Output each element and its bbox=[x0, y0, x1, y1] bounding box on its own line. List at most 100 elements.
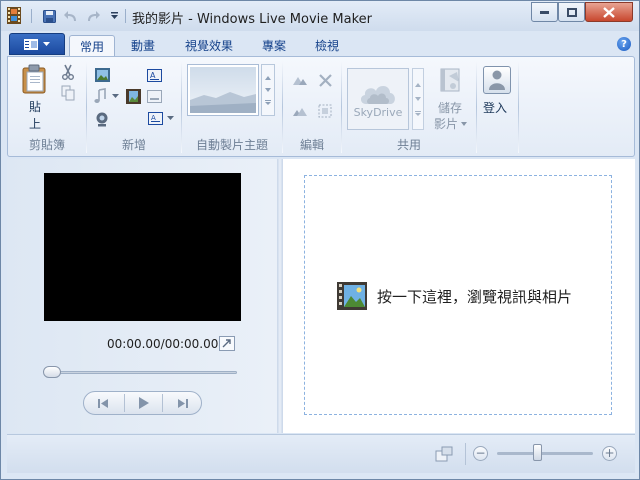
tab-animations[interactable]: 動畫 bbox=[121, 35, 165, 56]
chevron-up-icon bbox=[415, 82, 421, 87]
copy-icon bbox=[61, 85, 75, 101]
add-group-label: 新增 bbox=[121, 138, 146, 152]
media-drop-zone[interactable]: 按一下這裡，瀏覽視訊與相片 bbox=[304, 175, 612, 415]
theme-gallery-scroll[interactable] bbox=[261, 64, 275, 116]
ribbon: 貼 上 剪貼簿 A A 新增 自動製片主題 編輯 SkyDrive 儲存 影片 … bbox=[7, 56, 635, 157]
minimize-icon bbox=[540, 11, 549, 14]
close-button[interactable] bbox=[585, 2, 633, 22]
skydrive-label: SkyDrive bbox=[353, 105, 403, 119]
seek-bar[interactable] bbox=[45, 371, 237, 374]
title-bar: 我的影片 - Windows Live Movie Maker bbox=[1, 1, 639, 31]
maximize-icon bbox=[566, 7, 577, 17]
webcam-video-button[interactable] bbox=[93, 110, 111, 128]
save-movie-label[interactable]: 儲存 bbox=[438, 99, 462, 116]
tab-project[interactable]: 專案 bbox=[252, 35, 296, 56]
plus-icon: + bbox=[604, 446, 615, 460]
paste-label[interactable]: 上 bbox=[29, 115, 41, 132]
chevron-up-icon bbox=[265, 75, 271, 80]
workspace: 00:00.00/00:00.00 按一下這裡，瀏覽視訊與相片 bbox=[7, 159, 635, 433]
paste-label[interactable]: 貼 bbox=[29, 98, 41, 115]
skydrive-share-button[interactable]: SkyDrive bbox=[347, 68, 409, 130]
tab-view[interactable]: 檢視 bbox=[305, 35, 349, 56]
clipboard-group: 貼 上 剪貼簿 bbox=[8, 57, 86, 156]
seek-thumb[interactable] bbox=[43, 366, 61, 378]
close-icon bbox=[603, 6, 615, 18]
application-menu-button[interactable] bbox=[9, 33, 65, 55]
browse-media-text: 按一下這裡，瀏覽視訊與相片 bbox=[377, 287, 573, 306]
cut-button[interactable] bbox=[59, 63, 77, 81]
credits-button[interactable]: A bbox=[145, 109, 177, 127]
zoom-slider-thumb[interactable] bbox=[533, 444, 542, 461]
select-all-button[interactable] bbox=[316, 102, 334, 120]
zoom-in-button[interactable]: + bbox=[602, 446, 617, 461]
qat-separator bbox=[31, 9, 32, 23]
add-videos-photos-button[interactable] bbox=[93, 66, 111, 84]
sign-in-button[interactable] bbox=[483, 66, 511, 94]
add-music-button[interactable] bbox=[91, 87, 121, 105]
tab-home[interactable]: 常用 bbox=[69, 35, 115, 56]
undo-icon bbox=[64, 10, 76, 21]
save-movie-label: 影片 bbox=[434, 117, 459, 131]
app-window: 我的影片 - Windows Live Movie Maker 常用 動畫 視覺… bbox=[0, 0, 640, 480]
svg-text:A: A bbox=[150, 71, 156, 80]
title-icon: A bbox=[146, 68, 162, 82]
chevron-down-icon bbox=[415, 96, 421, 101]
play-icon bbox=[139, 397, 149, 409]
zoom-slider-track[interactable] bbox=[497, 452, 593, 455]
storyboard-pane: 按一下這裡，瀏覽視訊與相片 bbox=[283, 159, 635, 433]
gallery-expand-icon bbox=[415, 110, 421, 116]
movie-maker-app-icon[interactable] bbox=[7, 7, 21, 24]
browse-media-link[interactable]: 按一下這裡，瀏覽視訊與相片 bbox=[337, 282, 572, 310]
ribbon-tab-bar: 常用 動畫 視覺效果 專案 檢視 ? bbox=[7, 32, 635, 56]
play-button[interactable] bbox=[125, 392, 162, 414]
remove-button[interactable] bbox=[316, 71, 334, 89]
save-button[interactable] bbox=[40, 7, 58, 25]
help-button[interactable]: ? bbox=[617, 37, 631, 51]
caption-button[interactable] bbox=[145, 87, 163, 105]
svg-text:A: A bbox=[151, 114, 156, 122]
save-movie-icon bbox=[440, 68, 460, 92]
video-preview[interactable] bbox=[44, 173, 241, 321]
save-movie-dropdown[interactable]: 影片 bbox=[434, 115, 468, 132]
timecode-display: 00:00.00/00:00.00 bbox=[107, 337, 219, 351]
sign-in-group: 登入 bbox=[477, 57, 515, 156]
title-button[interactable]: A bbox=[145, 66, 163, 84]
chevron-down-icon bbox=[461, 121, 468, 126]
chevron-down-icon bbox=[111, 93, 119, 98]
rotate-left-button[interactable] bbox=[291, 71, 309, 89]
add-videos-photos-icon bbox=[94, 68, 110, 82]
chevron-down-icon bbox=[43, 41, 50, 46]
customize-qat-button[interactable] bbox=[105, 7, 123, 25]
rotate-right-button[interactable] bbox=[291, 102, 309, 120]
editing-group: 編輯 bbox=[283, 57, 341, 156]
undo-button[interactable] bbox=[62, 7, 80, 25]
automovie-theme-thumbnail[interactable] bbox=[187, 64, 259, 116]
fullscreen-preview-button[interactable] bbox=[219, 336, 235, 351]
caption-icon bbox=[146, 89, 162, 103]
previous-frame-button[interactable] bbox=[88, 392, 122, 414]
share-group: SkyDrive 儲存 影片 共用 bbox=[342, 57, 476, 156]
landscape-thumbnail-icon bbox=[190, 67, 256, 113]
share-gallery-scroll[interactable] bbox=[412, 68, 424, 130]
editing-group-label: 編輯 bbox=[299, 138, 324, 152]
previous-frame-icon bbox=[98, 398, 108, 408]
chevron-down-icon bbox=[110, 12, 118, 19]
thumbnail-size-button[interactable] bbox=[434, 445, 454, 463]
copy-button[interactable] bbox=[59, 84, 77, 102]
redo-button[interactable] bbox=[84, 7, 102, 25]
minimize-button[interactable] bbox=[531, 2, 558, 22]
tab-visual-effects[interactable]: 視覺效果 bbox=[175, 35, 243, 56]
group-separator bbox=[518, 61, 519, 153]
snapshot-button[interactable] bbox=[124, 87, 142, 105]
maximize-button[interactable] bbox=[558, 2, 585, 22]
paste-button[interactable] bbox=[20, 63, 50, 95]
chevron-down-icon bbox=[167, 115, 174, 120]
zoom-out-button[interactable]: − bbox=[473, 446, 488, 461]
playback-controls bbox=[83, 391, 202, 415]
clipboard-group-label: 剪貼簿 bbox=[28, 138, 65, 152]
next-frame-button[interactable] bbox=[164, 392, 198, 414]
save-movie-button[interactable] bbox=[438, 67, 464, 95]
chevron-down-icon bbox=[265, 87, 271, 92]
rotate-left-icon bbox=[293, 77, 307, 85]
sign-in-label[interactable]: 登入 bbox=[483, 99, 507, 116]
